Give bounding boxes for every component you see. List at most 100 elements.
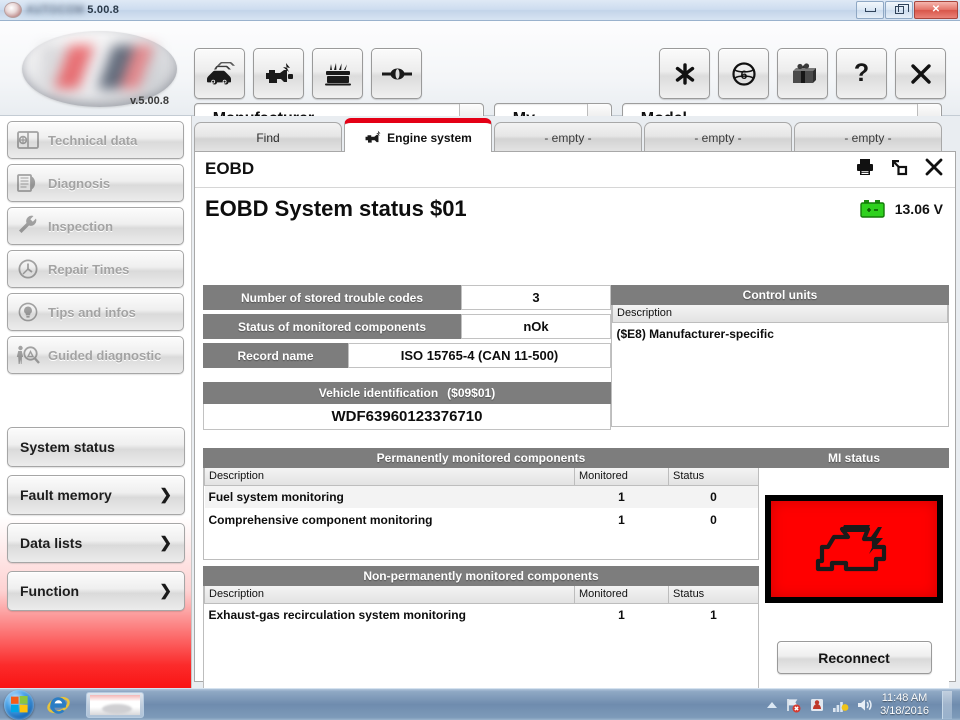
mi-status-panel: MI status Reconnect <box>759 448 949 696</box>
permanently-monitored-body[interactable]: Description Monitored Status Fuel system… <box>203 468 759 560</box>
brand-logo: v.5.00.8 <box>6 25 191 113</box>
mi-status-title: MI status <box>759 448 949 468</box>
permanently-monitored-panel: Permanently monitored components Descrip… <box>203 448 759 560</box>
control-units-body[interactable]: Description ($E8) Manufacturer-specific <box>611 305 949 427</box>
sidebar-item-fault-memory[interactable]: Fault memory ❯ <box>7 475 185 515</box>
sidebar-item-data-lists[interactable]: Data lists ❯ <box>7 523 185 563</box>
close-app-icon-button[interactable] <box>895 48 946 99</box>
speaker-icon[interactable] <box>856 696 873 713</box>
sidebar-item-tips-and-infos[interactable]: Tips and infos <box>7 293 184 331</box>
update-icon: 6 <box>730 60 758 88</box>
gift-icon-button[interactable] <box>777 48 828 99</box>
sidebar-item-system-status[interactable]: System status <box>7 427 185 467</box>
sidebar-item-function[interactable]: Function ❯ <box>7 571 185 611</box>
tab-find[interactable]: Find <box>194 122 342 152</box>
help-icon: ? <box>854 61 869 86</box>
wrench-icon <box>15 213 41 239</box>
table-header-row: Description <box>613 305 948 322</box>
vehicle-identification-code: ($09$01) <box>447 386 495 400</box>
close-icon[interactable] <box>923 156 945 178</box>
update-icon-button[interactable]: 6 <box>718 48 769 99</box>
help-icon-button[interactable]: ? <box>836 48 887 99</box>
non-permanently-monitored-table: Description Monitored Status Exhaust-gas… <box>204 586 759 626</box>
settings-icon-button[interactable] <box>659 48 710 99</box>
tab-empty-3[interactable]: - empty - <box>794 122 942 152</box>
panel-actions <box>855 156 945 178</box>
window-title: AUTOCOM 5.00.8 <box>26 4 119 16</box>
taskbar-clock[interactable]: 11:48 AM 3/18/2016 <box>880 692 929 718</box>
close-window-button[interactable]: ✕ <box>914 1 958 19</box>
summary-row: Status of monitored components nOk <box>203 314 611 339</box>
summary-row: Record name ISO 15765-4 (CAN 11-500) <box>203 343 611 368</box>
sensor-icon <box>380 63 414 85</box>
table-row[interactable]: Fuel system monitoring 1 0 <box>205 485 759 508</box>
tab-label: - empty - <box>544 131 591 145</box>
show-hidden-icons[interactable] <box>767 702 777 708</box>
table-row[interactable]: Comprehensive component monitoring 1 0 <box>205 508 759 531</box>
sidebar-item-label: Diagnosis <box>48 176 110 191</box>
minimize-button[interactable] <box>856 1 884 19</box>
sidebar-item-label: Guided diagnostic <box>48 348 161 363</box>
cell-description: Comprehensive component monitoring <box>205 508 575 531</box>
application-window: AUTOCOM 5.00.8 ✕ v.5.00.8 <box>0 0 960 720</box>
tab-empty-2[interactable]: - empty - <box>644 122 792 152</box>
engine-icon-button[interactable] <box>253 48 304 99</box>
gift-icon <box>789 60 817 88</box>
sidebar-item-repair-times[interactable]: Repair Times <box>7 250 184 288</box>
sidebar-item-diagnosis[interactable]: Diagnosis <box>7 164 184 202</box>
summary-key: Status of monitored components <box>203 314 461 339</box>
vehicles-icon-button[interactable] <box>194 48 245 99</box>
summary-key: Number of stored trouble codes <box>203 285 461 310</box>
cell-monitored: 1 <box>575 485 669 508</box>
battery-status: 13.06 V <box>860 200 943 218</box>
panel-title: EOBD <box>205 159 254 179</box>
taskbar-app-window[interactable] <box>86 692 144 718</box>
windows-taskbar: 11:48 AM 3/18/2016 <box>0 688 960 720</box>
summary-value: ISO 15765-4 (CAN 11-500) <box>348 343 611 368</box>
column-header: Status <box>669 468 759 485</box>
action-center-icon[interactable] <box>808 696 825 713</box>
vehicles-icon <box>204 61 236 87</box>
window-controls: ✕ <box>855 1 960 20</box>
start-button[interactable] <box>4 690 34 720</box>
vehicle-identification-title: Vehicle identification <box>319 386 438 400</box>
quick-launch <box>46 692 144 718</box>
permanently-monitored-title: Permanently monitored components <box>203 448 759 468</box>
sidebar-item-label: Repair Times <box>48 262 129 277</box>
sidebar-item-label: Tips and infos <box>48 305 136 320</box>
maximize-icon[interactable] <box>889 157 909 177</box>
sensor-icon-button[interactable] <box>371 48 422 99</box>
window-title-blurred: AUTOCOM <box>26 4 84 16</box>
internet-explorer-icon[interactable] <box>46 693 70 717</box>
show-desktop-button[interactable] <box>942 691 952 719</box>
reconnect-button[interactable]: Reconnect <box>777 641 932 674</box>
sidebar-item-label: Technical data <box>48 133 137 148</box>
permanently-monitored-table: Description Monitored Status Fuel system… <box>204 468 759 531</box>
column-header: Status <box>669 586 759 603</box>
control-units-title: Control units <box>611 285 949 305</box>
sidebar-item-guided-diagnostic[interactable]: Guided diagnostic <box>7 336 184 374</box>
battery-bench-icon-button[interactable] <box>312 48 363 99</box>
toolbar-left <box>194 48 422 99</box>
summary-value: 3 <box>461 285 611 310</box>
volume-meter-icon[interactable] <box>832 696 849 713</box>
tab-empty-1[interactable]: - empty - <box>494 122 642 152</box>
vehicle-identification-header: Vehicle identification ($09$01) <box>203 382 611 404</box>
table-row[interactable]: Exhaust-gas recirculation system monitor… <box>205 603 759 626</box>
restore-button[interactable] <box>885 1 913 19</box>
tab-engine-system[interactable]: Engine system <box>344 118 492 152</box>
tab-label: - empty - <box>694 131 741 145</box>
table-row[interactable]: ($E8) Manufacturer-specific <box>613 322 948 345</box>
network-icon[interactable] <box>784 696 801 713</box>
cell-monitored: 1 <box>575 603 669 626</box>
non-permanently-monitored-body[interactable]: Description Monitored Status Exhaust-gas… <box>203 586 759 696</box>
sidebar-item-technical-data[interactable]: Technical data <box>7 121 184 159</box>
tab-bar: Find Engine system - empty - - empty - -… <box>194 122 942 152</box>
logo-version: v.5.00.8 <box>130 95 169 107</box>
column-header: Monitored <box>575 468 669 485</box>
summary-row: Number of stored trouble codes 3 <box>203 285 611 310</box>
eobd-panel: EOBD EOBD System status $01 <box>194 151 956 682</box>
summary-value: nOk <box>461 314 611 339</box>
print-icon[interactable] <box>855 157 875 177</box>
sidebar-item-inspection[interactable]: Inspection <box>7 207 184 245</box>
